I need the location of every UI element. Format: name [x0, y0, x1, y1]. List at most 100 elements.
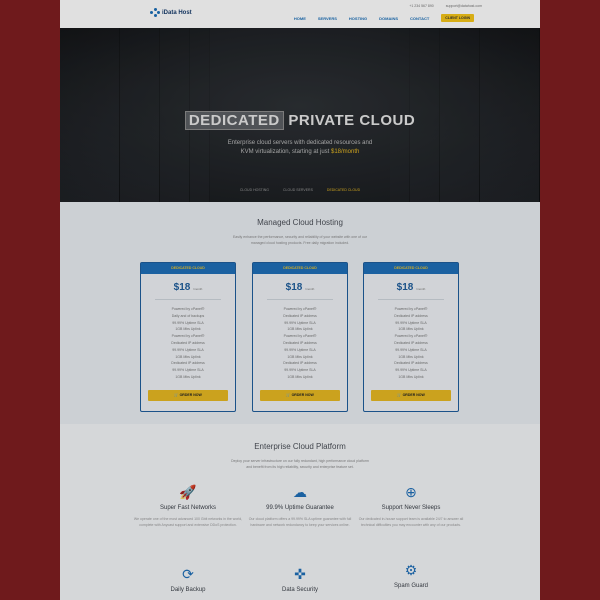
- plan-price-period: /month: [416, 287, 426, 291]
- plan-price-value: $18: [173, 282, 191, 293]
- feature-title: Data Security: [281, 587, 318, 593]
- feature-title: Support Never Sleeps: [381, 505, 441, 511]
- plan-feature-item: 99.99% Uptime SLA: [172, 347, 204, 352]
- plan-feature-item: Daily and of backups: [171, 313, 205, 318]
- pricing-section: Managed Cloud Hosting Easily enhance the…: [60, 202, 540, 424]
- plan-price-period: /month: [305, 287, 315, 291]
- plan-price: $18 /month: [364, 282, 458, 293]
- hero-title: DEDICATED PRIVATE CLOUD: [60, 111, 540, 130]
- logo-text: iData Host: [162, 10, 192, 16]
- plan-feature-item: Dedicated IP address: [394, 361, 428, 366]
- plan-feature-item: Dedicated IP address: [171, 361, 205, 366]
- feature-daily-backup: ⟳ Daily Backup: [133, 566, 243, 593]
- feature-desc: Our dedicated in-house support team is a…: [358, 517, 464, 527]
- plan-feature-item: 99.99% Uptime SLA: [284, 368, 316, 373]
- order-now-button[interactable]: 🛒 ORDER NOW: [371, 390, 451, 401]
- order-now-label: ORDER NOW: [179, 393, 202, 397]
- plan-feature-item: 1GB Mbs Uplink: [175, 327, 201, 332]
- pricing-description: Easily enhance the performance, security…: [180, 234, 420, 246]
- plan-card: DEDICATED CLOUD $18 /month Powered by cP…: [363, 262, 459, 412]
- nav-item-hosting[interactable]: HOSTING: [349, 16, 367, 21]
- hero-tab-cloud-hosting[interactable]: CLOUD HOSTING: [240, 188, 269, 192]
- order-now-button[interactable]: 🛒 ORDER NOW: [148, 390, 228, 401]
- plan-feature-item: 99.99% Uptime SLA: [395, 368, 427, 373]
- plan-features: Powered by cPanel® Dedicated IP address 99…: [253, 306, 347, 381]
- nav-item-contact[interactable]: CONTACT: [410, 16, 429, 21]
- plan-feature-item: 1GB Mbs Uplink: [398, 374, 424, 379]
- shield-icon: ✜: [294, 566, 306, 582]
- nav-item-servers[interactable]: SERVERS: [318, 16, 337, 21]
- feature-support: ⊕ Support Never Sleeps Our dedicated in-…: [356, 484, 466, 528]
- plan-feature-item: Powered by cPanel®: [283, 334, 317, 339]
- plan-feature-item: Powered by cPanel®: [171, 307, 205, 311]
- platform-section: Enterprise Cloud Platform Deploy your se…: [60, 424, 540, 600]
- plan-price-value: $18: [285, 282, 303, 293]
- nav-item-domains[interactable]: DOMAINS: [379, 16, 398, 21]
- hero-title-boxed: DEDICATED: [184, 111, 284, 130]
- feature-title: Daily Backup: [170, 587, 206, 593]
- hero-price: $18/month: [331, 149, 360, 155]
- plan-feature-item: Dedicated IP address: [394, 340, 428, 345]
- plan-feature-item: Dedicated IP address: [283, 361, 317, 366]
- plan-feature-item: Powered by cPanel®: [394, 334, 428, 339]
- plan-price: $18 /month: [141, 282, 235, 293]
- hero-subtitle-line2: KVM virtualization, starting at just: [240, 149, 330, 155]
- plan-header: DEDICATED CLOUD: [364, 263, 458, 274]
- gear-icon: ⚙: [404, 562, 418, 578]
- order-now-label: ORDER NOW: [291, 393, 314, 397]
- page: iData Host +1 234 567 890 support@dataho…: [60, 0, 540, 600]
- plan-feature-item: 99.99% Uptime SLA: [172, 368, 204, 373]
- hero-subtitle-line1: Enterprise cloud servers with dedicated …: [227, 140, 373, 146]
- logo[interactable]: iData Host: [150, 8, 192, 18]
- plan-header: DEDICATED CLOUD: [253, 263, 347, 274]
- plan-features: Powered by cPanel® Daily and of backups 99…: [141, 306, 235, 381]
- cloud-icon: ☁: [293, 484, 307, 500]
- main-nav: HOME SERVERS HOSTING DOMAINS CONTACT CLI…: [294, 14, 474, 22]
- order-now-label: ORDER NOW: [402, 393, 425, 397]
- plan-feature-item: 1GB Mbs Uplink: [175, 354, 201, 359]
- platform-title: Enterprise Cloud Platform: [254, 442, 346, 451]
- client-login-button[interactable]: CLIENT LOGIN: [441, 14, 474, 22]
- plan-feature-item: Dedicated IP address: [394, 313, 428, 318]
- hero-title-rest: PRIVATE CLOUD: [288, 112, 416, 129]
- hero-tabs: CLOUD HOSTING CLOUD SERVERS DEDICATED CL…: [60, 188, 540, 192]
- contact-info: +1 234 567 890 support@datahost.com: [409, 4, 482, 8]
- plan-feature-item: 1GB Mbs Uplink: [398, 327, 424, 332]
- hero-tab-cloud-servers[interactable]: CLOUD SERVERS: [283, 188, 313, 192]
- nav-item-home[interactable]: HOME: [294, 16, 306, 21]
- plan-feature-item: Dedicated IP address: [283, 340, 317, 345]
- email-text[interactable]: support@datahost.com: [446, 4, 482, 8]
- rocket-icon: 🚀: [179, 484, 197, 500]
- plan-feature-item: 1GB Mbs Uplink: [287, 374, 313, 379]
- hero-tab-dedicated-cloud[interactable]: DEDICATED CLOUD: [327, 188, 360, 192]
- site-header: iData Host +1 234 567 890 support@dataho…: [60, 0, 540, 28]
- plan-feature-item: 99.99% Uptime SLA: [284, 320, 316, 325]
- plan-feature-item: Dedicated IP address: [283, 313, 317, 318]
- plan-header: DEDICATED CLOUD: [141, 263, 235, 274]
- lifebuoy-icon: ⊕: [405, 484, 417, 500]
- plan-feature-item: 99.99% Uptime SLA: [395, 347, 427, 352]
- feature-title: Super Fast Networks: [159, 505, 217, 511]
- platform-description: Deploy your server infrastructure on our…: [180, 458, 420, 470]
- plan-feature-item: 99.99% Uptime SLA: [395, 320, 427, 325]
- plan-feature-item: 1GB Mbs Uplink: [287, 327, 313, 332]
- pricing-title: Managed Cloud Hosting: [257, 218, 343, 227]
- feature-data-security: ✜ Data Security: [245, 566, 355, 593]
- plan-card: DEDICATED CLOUD $18 /month Powered by cP…: [140, 262, 236, 412]
- plan-card: DEDICATED CLOUD $18 /month Powered by cP…: [252, 262, 348, 412]
- plan-feature-item: Powered by cPanel®: [171, 334, 205, 339]
- plan-feature-item: Dedicated IP address: [171, 340, 205, 345]
- refresh-icon: ⟳: [182, 566, 194, 582]
- platform-desc-line2: and benefit from its high reliability, s…: [246, 465, 354, 469]
- plan-feature-item: 1GB Mbs Uplink: [175, 374, 201, 379]
- plan-price-value: $18: [396, 282, 414, 293]
- plan-feature-item: 99.99% Uptime SLA: [172, 320, 204, 325]
- hero-banner: DEDICATED PRIVATE CLOUD Enterprise cloud…: [60, 28, 540, 202]
- plan-feature-item: 1GB Mbs Uplink: [287, 354, 313, 359]
- order-now-button[interactable]: 🛒 ORDER NOW: [260, 390, 340, 401]
- plan-feature-item: Powered by cPanel®: [394, 307, 428, 311]
- phone-text: +1 234 567 890: [409, 4, 434, 8]
- plan-features: Powered by cPanel® Dedicated IP address 99…: [364, 306, 458, 381]
- feature-uptime-guarantee: ☁ 99.9% Uptime Guarantee Our cloud platf…: [245, 484, 355, 528]
- feature-super-fast-networks: 🚀 Super Fast Networks We operate one of …: [133, 484, 243, 528]
